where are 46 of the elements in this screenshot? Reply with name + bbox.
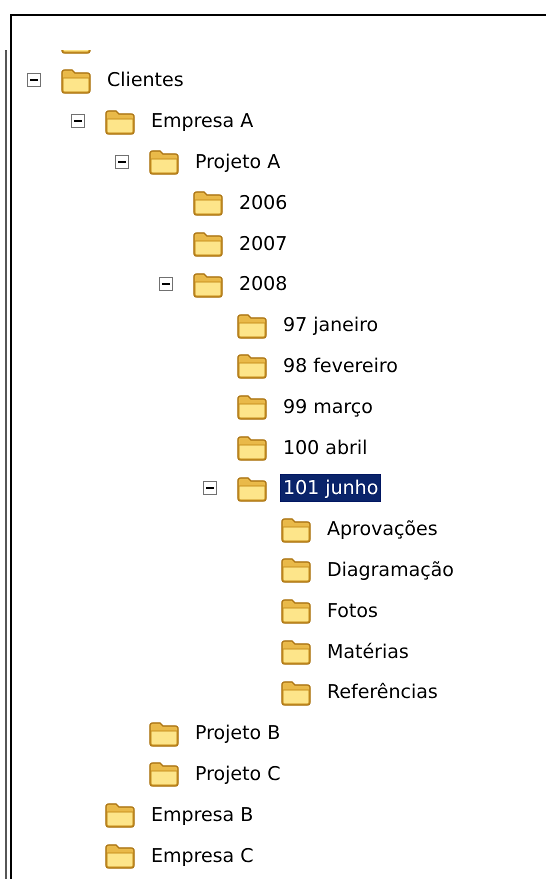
collapse-button[interactable] xyxy=(27,73,41,88)
folder-label[interactable]: Referências xyxy=(324,678,441,706)
folder-icon xyxy=(104,801,136,828)
folder-icon xyxy=(280,638,312,666)
folder-icon xyxy=(236,393,268,420)
folder-label[interactable]: 99 março xyxy=(280,392,376,421)
folder-label[interactable]: 101 junho xyxy=(280,474,382,502)
folder-icon xyxy=(192,189,224,216)
folder-label[interactable]: 97 janeiro xyxy=(280,311,382,340)
folder-label[interactable]: Diagramação xyxy=(324,556,457,584)
folder-icon xyxy=(60,50,92,54)
folder-icon xyxy=(60,66,92,94)
folder-icon xyxy=(148,760,180,788)
folder-icon xyxy=(236,352,268,380)
folder-label[interactable]: Projeto B xyxy=(192,719,284,748)
folder-label[interactable]: Projeto A xyxy=(192,148,284,176)
folder-label[interactable]: Clientes xyxy=(104,66,187,94)
collapse-button[interactable] xyxy=(71,114,85,128)
folder-label[interactable]: Matérias xyxy=(324,638,412,666)
folder-icon xyxy=(280,678,312,706)
folder-icon xyxy=(148,720,180,747)
folder-label[interactable]: Empresa A xyxy=(148,107,256,136)
folder-label[interactable]: 98 fevereiro xyxy=(280,352,401,380)
folder-icon xyxy=(280,597,312,624)
folder-icon xyxy=(148,148,180,176)
folder-label[interactable]: Empresa C xyxy=(148,842,257,870)
folder-icon xyxy=(280,556,312,584)
folder-icon xyxy=(280,516,312,543)
folder-label[interactable]: 2007 xyxy=(236,230,290,258)
folder-label[interactable]: 100 abril xyxy=(280,434,370,462)
collapse-button[interactable] xyxy=(115,154,129,169)
folder-icon xyxy=(192,270,224,298)
collapse-button[interactable] xyxy=(159,277,173,292)
folder-label[interactable]: 2006 xyxy=(236,188,290,217)
folder-label[interactable]: 2008 xyxy=(236,270,290,298)
folder-icon xyxy=(104,842,136,870)
folder-label[interactable]: Empresa B xyxy=(148,800,256,829)
folder-label[interactable]: Fotos xyxy=(324,596,381,625)
folder-icon xyxy=(192,230,224,258)
folder-label[interactable]: Aprovações xyxy=(324,515,441,544)
folder-icon xyxy=(236,434,268,462)
collapse-button[interactable] xyxy=(203,481,217,496)
folder-icon xyxy=(236,474,268,502)
folder-label[interactable]: Projeto C xyxy=(192,760,284,788)
folder-icon xyxy=(236,312,268,339)
folder-icon xyxy=(104,108,136,135)
